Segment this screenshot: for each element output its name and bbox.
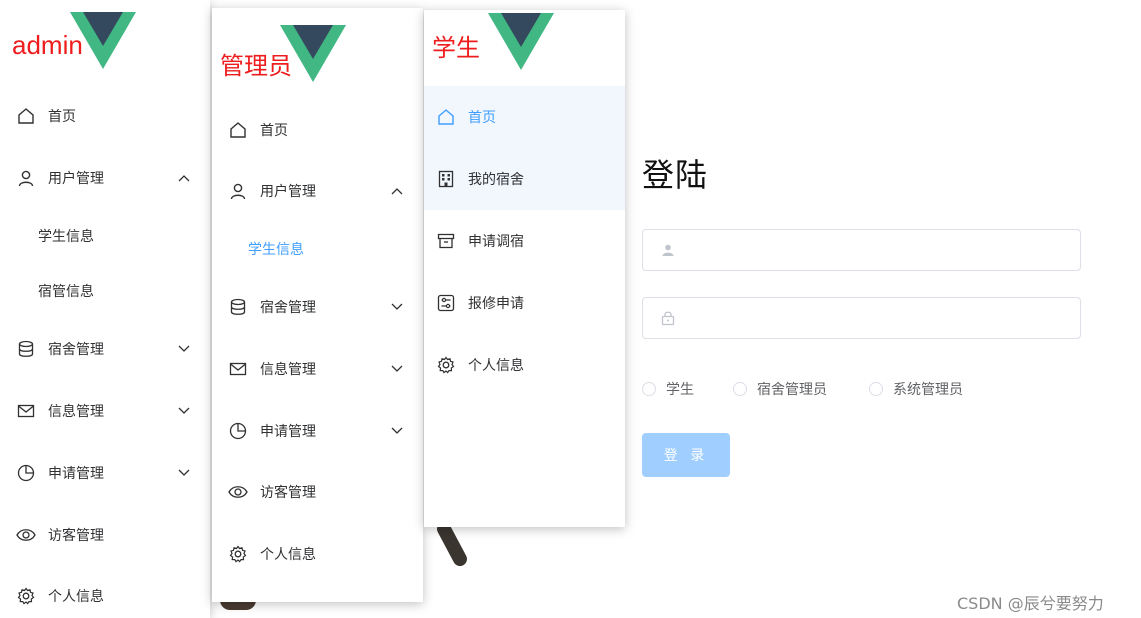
student-sidebar: 学生 首页 我的宿舍 申请调宿 报修申请 个人信息 — [424, 10, 625, 527]
gear-icon — [228, 544, 248, 564]
menu-item-label: 信息管理 — [48, 404, 104, 420]
radio-circle[interactable] — [869, 382, 883, 396]
login-button[interactable]: 登 录 — [642, 433, 730, 477]
sidebar-header: 学生 — [424, 10, 625, 86]
mail-icon — [228, 359, 248, 379]
menu-item-repair-apply[interactable]: 报修申请 — [424, 272, 625, 334]
menu-item-personal-info[interactable]: 个人信息 — [0, 568, 210, 618]
building-icon — [436, 169, 456, 189]
menu-item-label: 报修申请 — [468, 296, 524, 312]
sidebar-header: admin — [0, 0, 210, 86]
sidebar-title: 学生 — [432, 35, 480, 62]
radio-label: 学生 — [666, 382, 694, 398]
menu-item-visitor-management[interactable]: 访客管理 — [212, 464, 423, 520]
user-icon — [661, 242, 675, 258]
password-field[interactable] — [642, 297, 1081, 339]
menu-item-label: 个人信息 — [48, 589, 104, 605]
username-field[interactable] — [642, 229, 1081, 271]
menu-item-apply-management[interactable]: 申请管理 — [212, 403, 423, 459]
menu-item-label: 首页 — [260, 123, 288, 139]
database-icon — [228, 297, 248, 317]
menu-item-apply-change-dorm[interactable]: 申请调宿 — [424, 210, 625, 272]
menu-item-apply-management[interactable]: 申请管理 — [0, 445, 210, 501]
role-radio-student[interactable]: 学生 — [642, 379, 694, 399]
menu-item-label: 我的宿舍 — [468, 172, 524, 188]
chevron-down-icon — [391, 363, 403, 375]
gear-icon — [436, 355, 456, 375]
menu-item-user-management[interactable]: 用户管理 — [0, 150, 210, 206]
menu-item-label: 用户管理 — [260, 184, 316, 200]
menu-item-label: 访客管理 — [260, 485, 316, 501]
menu-item-home[interactable]: 首页 — [424, 86, 625, 148]
user-icon — [228, 181, 248, 201]
radio-label: 系统管理员 — [893, 382, 963, 398]
pie-chart-icon — [16, 463, 36, 483]
pie-chart-icon — [228, 421, 248, 441]
chevron-up-icon — [391, 185, 403, 197]
menu-item-label: 首页 — [468, 110, 496, 126]
vue-logo-icon — [280, 25, 346, 82]
menu-item-label: 申请调宿 — [468, 234, 524, 250]
role-radio-system-admin[interactable]: 系统管理员 — [869, 379, 963, 399]
menu-item-label: 申请管理 — [260, 424, 316, 440]
menu-item-label: 个人信息 — [260, 547, 316, 563]
menu-item-visitor-management[interactable]: 访客管理 — [0, 507, 210, 563]
vue-logo-icon — [70, 12, 136, 69]
chevron-down-icon — [391, 301, 403, 313]
gear-icon — [16, 586, 36, 606]
watermark: CSDN @辰兮要努力 — [957, 594, 1104, 613]
submenu-item-dorm-admin-info[interactable]: 宿管信息 — [0, 266, 210, 316]
menu-item-info-management[interactable]: 信息管理 — [0, 383, 210, 439]
menu-item-label: 宿舍管理 — [260, 300, 316, 316]
menu-item-personal-info[interactable]: 个人信息 — [212, 526, 423, 582]
chevron-down-icon — [178, 343, 190, 355]
chevron-up-icon — [178, 172, 190, 184]
chevron-down-icon — [178, 467, 190, 479]
menu-item-dorm-management[interactable]: 宿舍管理 — [0, 321, 210, 377]
eye-icon — [16, 525, 36, 545]
menu-item-label: 宿管信息 — [38, 284, 94, 300]
menu-item-label: 信息管理 — [260, 362, 316, 378]
radio-label: 宿舍管理员 — [757, 382, 827, 398]
menu-item-personal-info[interactable]: 个人信息 — [424, 334, 625, 396]
menu-item-home[interactable]: 首页 — [0, 88, 210, 144]
radio-circle[interactable] — [642, 382, 656, 396]
menu-item-label: 首页 — [48, 109, 76, 125]
menu-item-my-dorm[interactable]: 我的宿舍 — [424, 148, 625, 210]
submenu-item-student-info[interactable]: 学生信息 — [0, 211, 210, 261]
home-icon — [16, 106, 36, 126]
archive-box-icon — [436, 231, 456, 251]
admin-sidebar: admin 首页 用户管理 学生信息 宿管信息 宿舍管理 信息管理 申请管理 访… — [0, 0, 210, 618]
menu-item-dorm-management[interactable]: 宿舍管理 — [212, 279, 423, 335]
menu-item-home[interactable]: 首页 — [212, 102, 423, 158]
menu-item-label: 个人信息 — [468, 358, 524, 374]
role-radio-dorm-admin[interactable]: 宿舍管理员 — [733, 379, 827, 399]
menu-item-label: 用户管理 — [48, 171, 104, 187]
menu-item-user-management[interactable]: 用户管理 — [212, 163, 423, 219]
home-icon — [228, 120, 248, 140]
login-title: 登陆 — [642, 156, 709, 194]
mail-icon — [16, 401, 36, 421]
menu-item-label: 申请管理 — [48, 466, 104, 482]
password-input[interactable] — [683, 304, 1067, 334]
vue-logo-icon — [488, 13, 554, 70]
chevron-down-icon — [178, 405, 190, 417]
manager-sidebar: 管理员 首页 用户管理 学生信息 宿舍管理 信息管理 申请管理 访客管理 个人信… — [212, 8, 423, 602]
menu-item-label: 学生信息 — [38, 229, 94, 245]
eye-icon — [228, 482, 248, 502]
user-icon — [16, 168, 36, 188]
menu-item-label: 访客管理 — [48, 528, 104, 544]
tools-icon — [436, 293, 456, 313]
sidebar-header: 管理员 — [212, 8, 423, 94]
radio-circle[interactable] — [733, 382, 747, 396]
menu-item-label: 宿舍管理 — [48, 342, 104, 358]
submenu-item-student-info[interactable]: 学生信息 — [212, 224, 423, 274]
database-icon — [16, 339, 36, 359]
menu-item-label: 学生信息 — [248, 242, 304, 258]
chevron-down-icon — [391, 425, 403, 437]
lock-icon — [661, 310, 675, 326]
home-icon — [436, 107, 456, 127]
menu-item-info-management[interactable]: 信息管理 — [212, 341, 423, 397]
username-input[interactable] — [683, 236, 1067, 266]
